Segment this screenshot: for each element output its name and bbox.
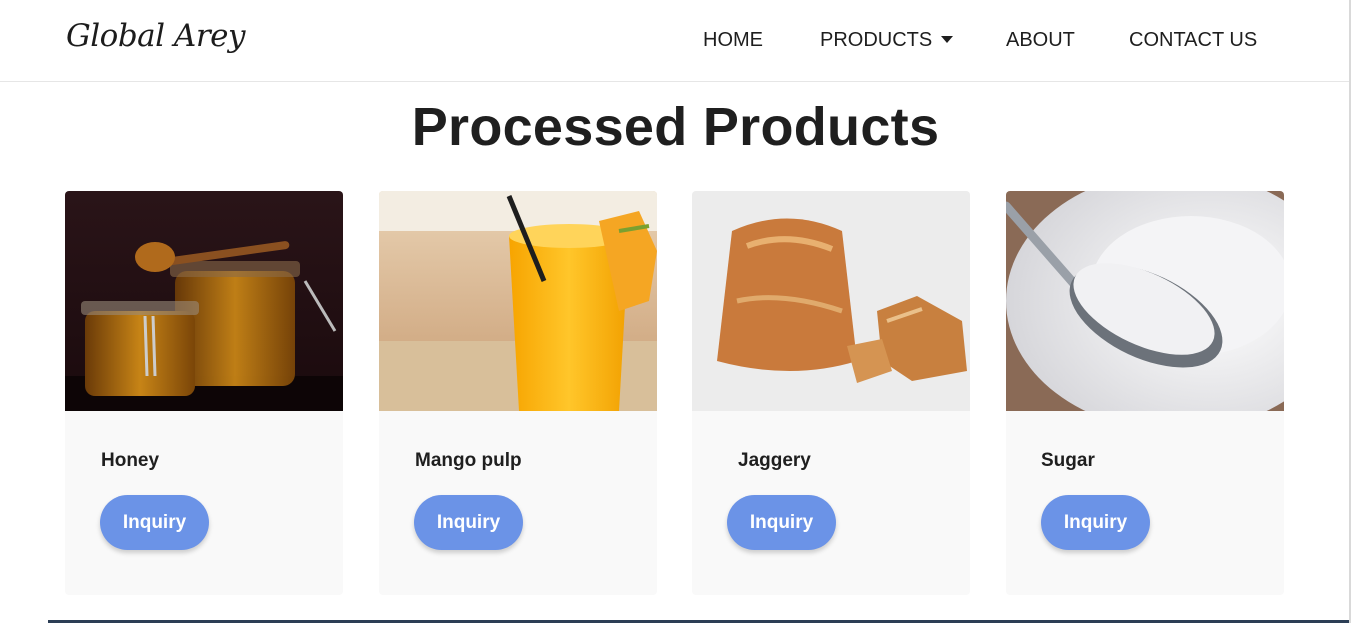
inquiry-button-jaggery[interactable]: Inquiry: [727, 495, 836, 550]
product-card-mango-pulp: Mango pulp Inquiry: [379, 191, 657, 595]
product-card-sugar: Sugar Inquiry: [1006, 191, 1284, 595]
sugar-image: [1006, 191, 1284, 411]
product-name: Sugar: [1041, 450, 1095, 471]
nav-contact-us[interactable]: CONTACT US: [1129, 26, 1257, 54]
mango-smoothie-picture: [379, 191, 657, 411]
product-name: Jaggery: [738, 450, 811, 471]
mango-pulp-image: [379, 191, 657, 411]
site-header: Global Arey HOME PRODUCTS ABOUT CONTACT …: [0, 0, 1351, 82]
product-name: Mango pulp: [415, 450, 522, 471]
product-card-jaggery: Jaggery Inquiry: [692, 191, 970, 595]
jaggery-image: [692, 191, 970, 411]
product-name: Honey: [101, 450, 160, 471]
nav-home[interactable]: HOME: [703, 26, 763, 54]
inquiry-button-sugar[interactable]: Inquiry: [1041, 495, 1150, 550]
honey-jars-picture: [65, 191, 343, 411]
main-nav: HOME PRODUCTS ABOUT CONTACT US: [0, 26, 1351, 54]
jaggery-block-picture: [692, 191, 970, 411]
nav-about[interactable]: ABOUT: [1006, 26, 1075, 54]
inquiry-button-honey[interactable]: Inquiry: [100, 495, 209, 550]
page-title: Processed Products: [411, 97, 940, 157]
sugar-spoon-picture: [1006, 191, 1284, 411]
honey-image: [65, 191, 343, 411]
product-card-honey: Honey Inquiry: [65, 191, 343, 595]
page: Global Arey HOME PRODUCTS ABOUT CONTACT …: [0, 0, 1351, 623]
nav-products-label: PRODUCTS: [820, 29, 933, 51]
nav-products[interactable]: PRODUCTS: [820, 26, 954, 54]
inquiry-button-mango-pulp[interactable]: Inquiry: [414, 495, 523, 550]
caret-down-icon: [941, 36, 954, 43]
